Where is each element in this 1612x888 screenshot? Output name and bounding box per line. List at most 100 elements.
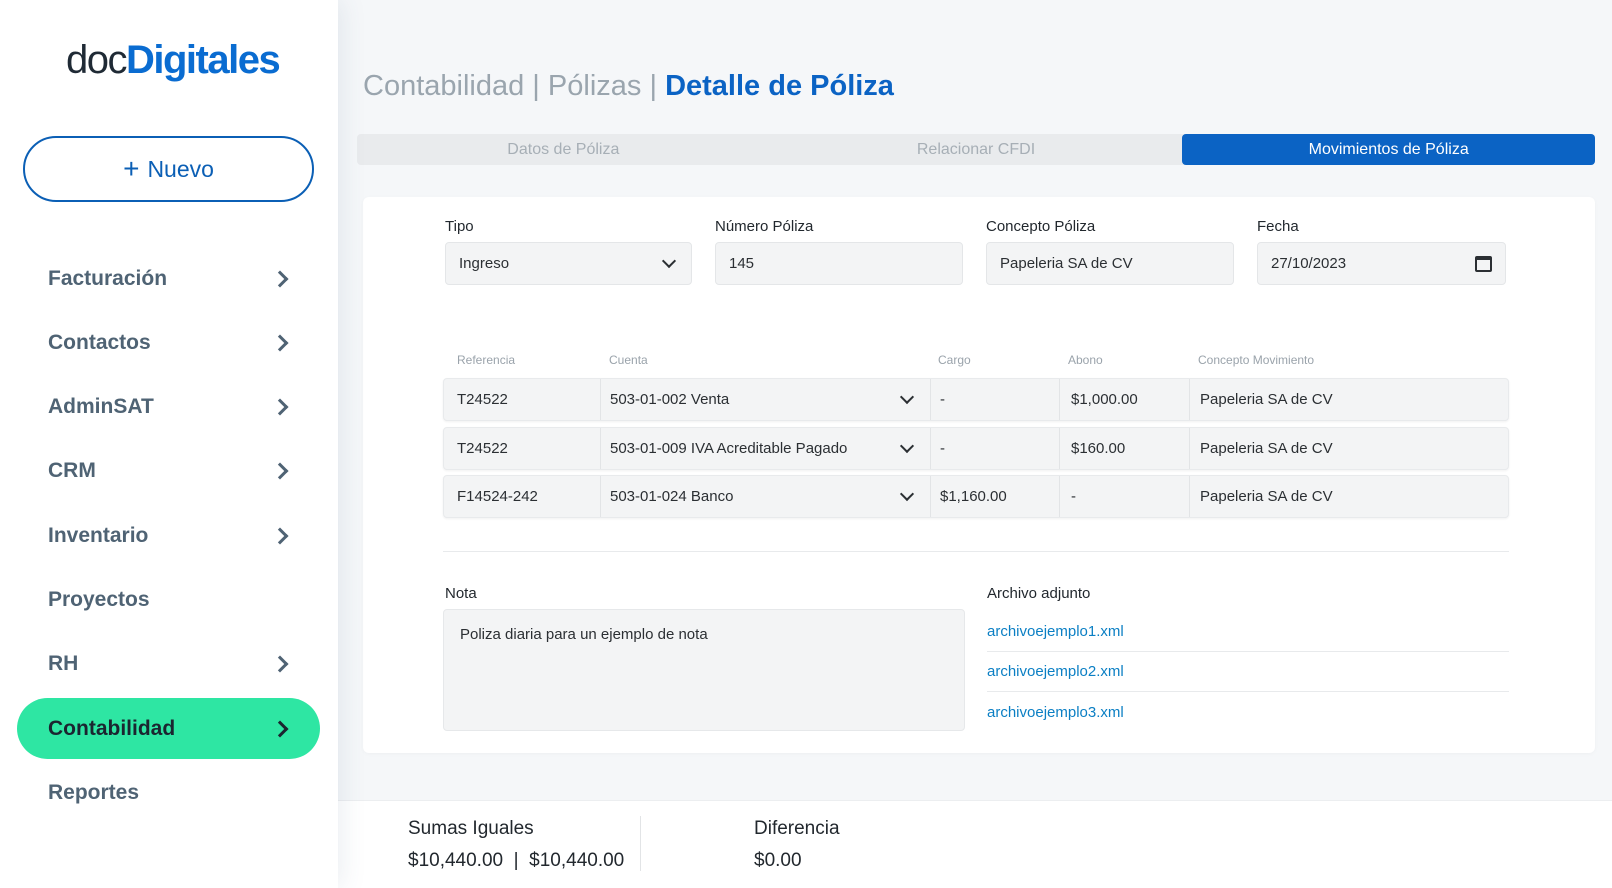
column-header-concepto-movimiento: Concepto Movimiento — [1198, 353, 1315, 367]
abono-cell[interactable]: $160.00 — [1059, 428, 1189, 469]
poliza-card: Tipo Ingreso Número Póliza 145 Concepto … — [363, 197, 1595, 753]
concepto-poliza-label: Concepto Póliza — [986, 218, 1096, 235]
sumas-iguales-value: $10,440.00 | $10,440.00 — [408, 850, 625, 871]
tab-bar: Datos de Póliza Relacionar CFDI Movimien… — [357, 134, 1596, 165]
chevron-right-icon — [271, 655, 289, 673]
brand-logo[interactable]: docDigitales — [66, 38, 281, 83]
cuenta-select[interactable]: 503-01-009 IVA Acreditable Pagado — [600, 428, 930, 469]
chevron-right-icon — [271, 462, 289, 480]
plus-icon: + — [123, 153, 140, 184]
brand-logo-part1: doc — [66, 38, 128, 82]
referencia-cell[interactable]: F14524-242 — [457, 476, 538, 517]
brand-logo-part2: Digitales — [126, 38, 281, 82]
column-header-cuenta: Cuenta — [609, 353, 648, 367]
tab-datos-poliza[interactable]: Datos de Póliza — [357, 134, 770, 165]
sumas-iguales-label: Sumas Iguales — [408, 818, 534, 839]
sidebar: docDigitales + Nuevo Facturación Contact… — [0, 0, 338, 888]
diferencia-label: Diferencia — [754, 818, 840, 839]
cuenta-value: 503-01-024 Banco — [610, 488, 734, 505]
sidebar-item-label: Facturación — [48, 266, 168, 290]
breadcrumb-separator: | — [532, 70, 540, 102]
numero-poliza-input[interactable]: 145 — [715, 242, 963, 285]
fecha-value: 27/10/2023 — [1271, 255, 1347, 272]
calendar-icon[interactable] — [1475, 255, 1492, 272]
concepto-poliza-value: Papeleria SA de CV — [1000, 255, 1133, 272]
cuenta-value: 503-01-009 IVA Acreditable Pagado — [610, 440, 848, 457]
abono-cell[interactable]: $1,000.00 — [1059, 379, 1189, 420]
page-title: Detalle de Póliza — [665, 70, 894, 102]
sidebar-item-label: CRM — [48, 459, 96, 483]
chevron-right-icon — [271, 527, 289, 545]
footer-divider — [640, 816, 641, 871]
concepto-movimiento-cell[interactable]: Papeleria SA de CV — [1189, 428, 1509, 469]
chevron-down-icon — [899, 486, 915, 501]
sidebar-item-adminsat[interactable]: AdminSAT — [17, 377, 320, 438]
chevron-right-icon — [271, 720, 289, 738]
new-button-label: Nuevo — [147, 155, 214, 182]
table-row: T24522 503-01-002 Venta - $1,000.00 Pape… — [443, 378, 1509, 421]
attachment-link[interactable]: archivoejemplo3.xml — [987, 692, 1509, 732]
chevron-right-icon — [271, 398, 289, 416]
tipo-value: Ingreso — [459, 255, 510, 272]
sidebar-item-crm[interactable]: CRM — [17, 441, 320, 502]
cuenta-value: 503-01-002 Venta — [610, 391, 730, 408]
fecha-label: Fecha — [1257, 218, 1299, 235]
cargo-cell[interactable]: - — [930, 379, 1059, 420]
breadcrumb-polizas[interactable]: Pólizas — [548, 70, 642, 102]
attachment-link[interactable]: archivoejemplo1.xml — [987, 612, 1509, 652]
nota-label: Nota — [445, 585, 477, 602]
diferencia-value: $0.00 — [754, 850, 802, 871]
fecha-input[interactable]: 27/10/2023 — [1257, 242, 1506, 285]
numero-poliza-label: Número Póliza — [715, 218, 814, 235]
breadcrumb-separator: | — [649, 70, 658, 102]
sidebar-item-label: Inventario — [48, 523, 149, 547]
sidebar-item-reportes[interactable]: Reportes — [17, 762, 320, 823]
column-header-referencia: Referencia — [457, 353, 516, 367]
sidebar-item-label: AdminSAT — [48, 395, 154, 419]
sidebar-item-facturacion[interactable]: Facturación — [17, 248, 320, 309]
numero-poliza-value: 145 — [729, 255, 755, 272]
sidebar-item-proyectos[interactable]: Proyectos — [17, 569, 320, 630]
sidebar-item-contabilidad[interactable]: Contabilidad — [17, 698, 320, 760]
table-row: T24522 503-01-009 IVA Acreditable Pagado… — [443, 427, 1509, 470]
abono-cell[interactable]: - — [1059, 476, 1189, 517]
chevron-down-icon — [899, 389, 915, 404]
table-row: F14524-242 503-01-024 Banco $1,160.00 - … — [443, 475, 1509, 518]
cargo-cell[interactable]: - — [930, 428, 1059, 469]
tipo-label: Tipo — [445, 218, 474, 235]
nota-textarea[interactable]: Poliza diaria para un ejemplo de nota — [443, 609, 965, 731]
new-button[interactable]: + Nuevo — [23, 136, 314, 202]
sidebar-item-label: Reportes — [48, 780, 140, 804]
tab-relacionar-cfdi[interactable]: Relacionar CFDI — [770, 134, 1183, 165]
archivo-adjunto-label: Archivo adjunto — [987, 585, 1091, 602]
chevron-down-icon — [899, 438, 915, 453]
referencia-cell[interactable]: T24522 — [457, 428, 508, 469]
concepto-movimiento-cell[interactable]: Papeleria SA de CV — [1189, 476, 1509, 517]
breadcrumb-contabilidad[interactable]: Contabilidad — [363, 70, 524, 102]
sidebar-item-inventario[interactable]: Inventario — [17, 505, 320, 566]
sidebar-item-label: Proyectos — [48, 587, 150, 611]
cuenta-select[interactable]: 503-01-024 Banco — [600, 476, 930, 517]
totals-footer: Sumas Iguales $10,440.00 | $10,440.00 Di… — [338, 800, 1612, 888]
chevron-down-icon — [661, 253, 677, 268]
column-header-abono: Abono — [1068, 353, 1103, 367]
column-header-cargo: Cargo — [938, 353, 971, 367]
attachment-link[interactable]: archivoejemplo2.xml — [987, 652, 1509, 692]
chevron-right-icon — [271, 270, 289, 287]
referencia-cell[interactable]: T24522 — [457, 379, 508, 420]
sidebar-item-label: RH — [48, 652, 79, 676]
sidebar-item-rh[interactable]: RH — [17, 634, 320, 695]
sidebar-item-contactos[interactable]: Contactos — [17, 312, 320, 373]
sidebar-item-label: Contabilidad — [48, 716, 176, 740]
sidebar-nav: Facturación Contactos AdminSAT CRM Inven… — [17, 248, 320, 827]
sidebar-item-label: Contactos — [48, 330, 151, 354]
breadcrumb: Contabilidad | Pólizas | Detalle de Póli… — [363, 70, 894, 103]
concepto-poliza-input[interactable]: Papeleria SA de CV — [986, 242, 1234, 285]
tab-movimientos-poliza[interactable]: Movimientos de Póliza — [1182, 134, 1596, 165]
tipo-select[interactable]: Ingreso — [445, 242, 692, 285]
concepto-movimiento-cell[interactable]: Papeleria SA de CV — [1189, 379, 1509, 420]
section-divider — [443, 551, 1509, 552]
chevron-right-icon — [271, 334, 289, 352]
cuenta-select[interactable]: 503-01-002 Venta — [600, 379, 930, 420]
cargo-cell[interactable]: $1,160.00 — [930, 476, 1059, 517]
